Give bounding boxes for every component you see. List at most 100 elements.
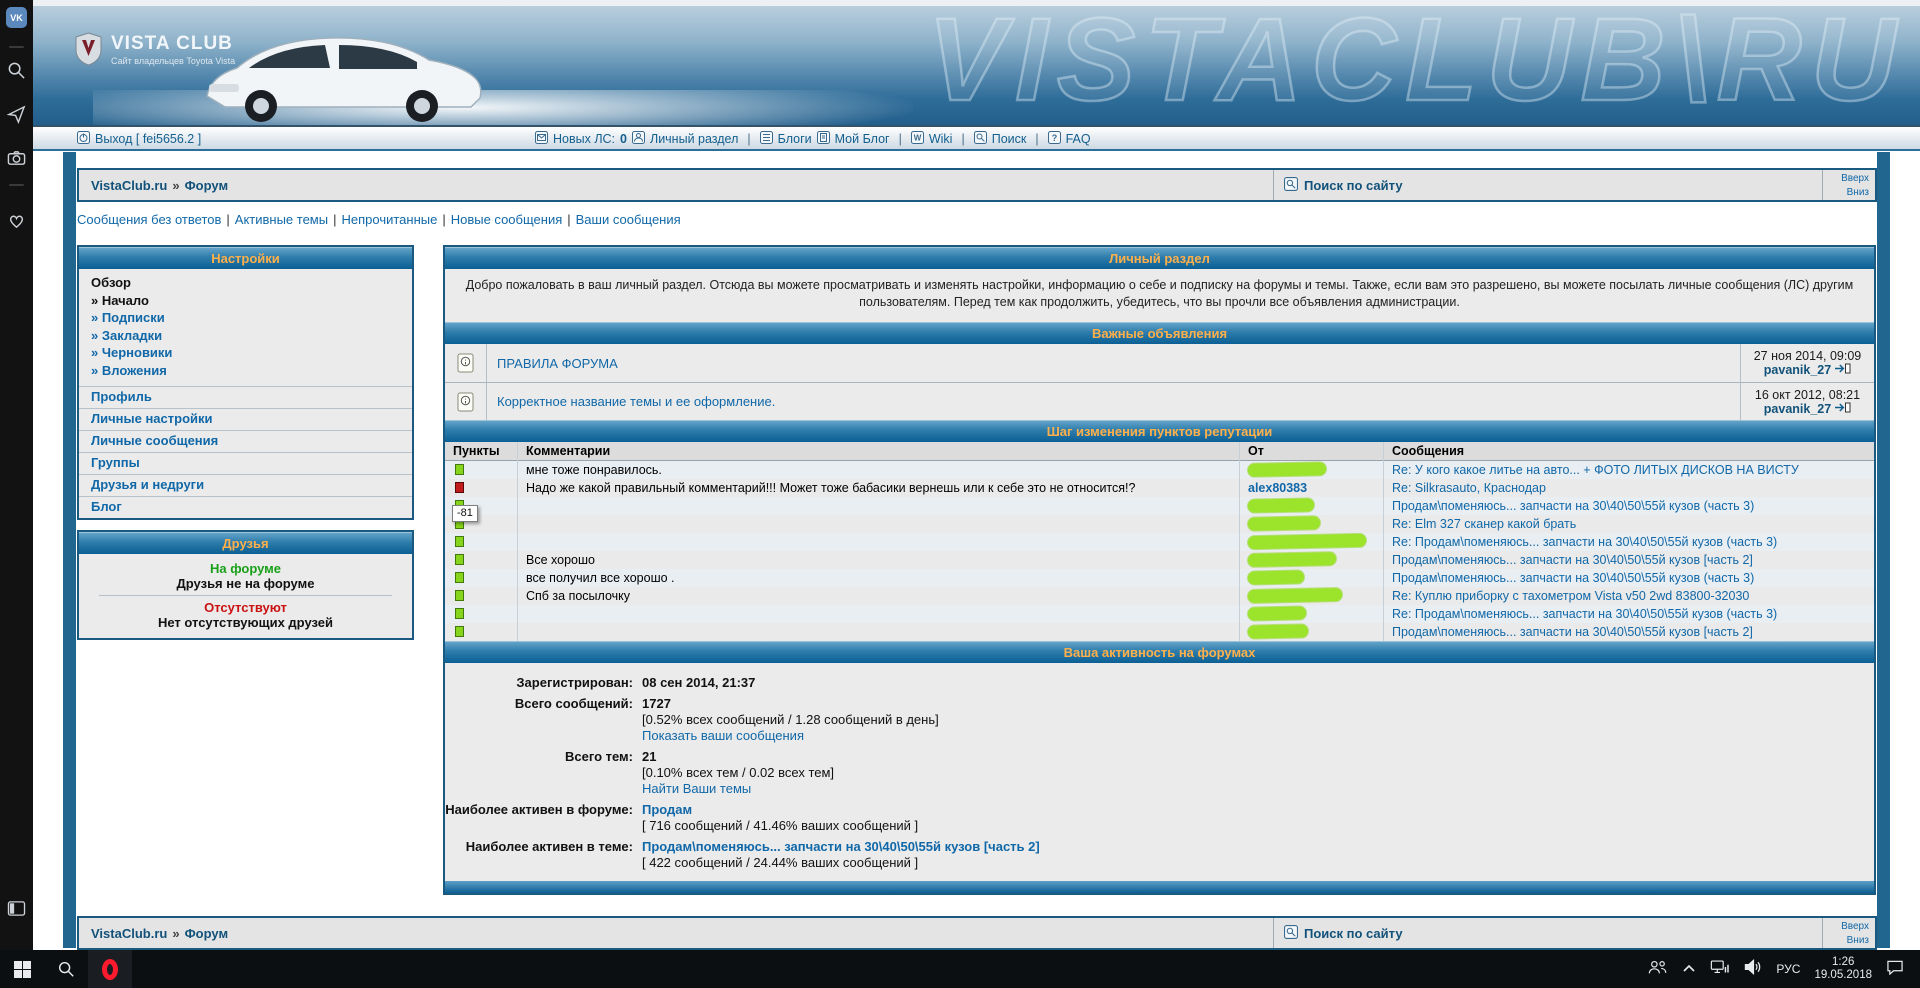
settings-section-link[interactable]: Личные сообщения [79, 430, 412, 452]
reputation-message-cell: Продам\поменяюсь... запчасти на 30\40\50… [1383, 551, 1874, 569]
taskbar-tray: РУС 1:26 19.05.2018 [1648, 950, 1920, 988]
settings-item[interactable]: » Вложения [79, 362, 412, 380]
search-icon[interactable] [6, 60, 27, 81]
volume-icon[interactable] [1744, 959, 1762, 980]
reputation-message-link[interactable]: Re: У кого какое литье на авто... + ФОТО… [1392, 463, 1799, 477]
settings-item[interactable]: » Черновики [79, 344, 412, 362]
settings-item[interactable]: » Подписки [79, 309, 412, 327]
friends-on-forum-label: На форуме [87, 561, 404, 576]
taskbar-clock[interactable]: 1:26 19.05.2018 [1814, 956, 1872, 982]
reputation-message-link[interactable]: Продам\поменяюсь... запчасти на 30\40\50… [1392, 499, 1754, 513]
reputation-point-cell [445, 569, 517, 587]
activity-value-link[interactable]: Продам [642, 802, 692, 818]
logout-link[interactable]: Выход [ fei5656.2 ] [77, 131, 201, 147]
reputation-message-link[interactable]: Re: Продам\поменяюсь... запчасти на 30\4… [1392, 535, 1777, 549]
vk-logo-icon[interactable]: VK [6, 7, 27, 28]
quick-link[interactable]: Новые сообщения [451, 212, 563, 227]
reputation-message-link[interactable]: Продам\поменяюсь... запчасти на 30\40\50… [1392, 625, 1753, 639]
footer-site-search-link[interactable]: Поиск по сайту [1273, 918, 1822, 948]
reputation-message-link[interactable]: Re: Продам\поменяюсь... запчасти на 30\4… [1392, 607, 1777, 621]
tray-expand-chevron-icon[interactable] [1682, 960, 1696, 978]
activity-link[interactable]: Найти Ваши темы [642, 781, 751, 797]
site-search-link[interactable]: Поиск по сайту [1273, 170, 1822, 200]
plus-point-icon[interactable] [455, 554, 464, 565]
plus-point-icon[interactable] [455, 626, 464, 637]
breadcrumb-forum-link[interactable]: Форум [185, 178, 228, 193]
start-button[interactable] [0, 950, 44, 988]
reputation-message-link[interactable]: Re: Куплю приборку с тахометром Vista v5… [1392, 589, 1749, 603]
announcement-author-link[interactable]: pavanik_27 [1764, 402, 1851, 416]
reputation-point-cell [445, 479, 517, 497]
quick-link[interactable]: Сообщения без ответов [77, 212, 221, 227]
topnav-link[interactable]: Поиск [992, 132, 1027, 146]
activity-subrow: [ 422 сообщений / 24.44% ваших сообщений… [445, 855, 1874, 871]
action-center-icon[interactable] [1886, 959, 1904, 980]
camera-icon[interactable] [6, 148, 27, 169]
minus-point-icon[interactable] [455, 482, 464, 493]
plus-point-icon[interactable] [455, 536, 464, 547]
send-icon[interactable] [6, 104, 27, 125]
reputation-from-user-link[interactable]: alex80383 [1248, 481, 1307, 495]
reputation-message-link[interactable]: Продам\поменяюсь... запчасти на 30\40\50… [1392, 571, 1754, 585]
opera-taskbar-icon[interactable] [88, 950, 132, 988]
activity-label: Всего тем: [445, 749, 642, 765]
heart-icon[interactable] [6, 210, 27, 231]
settings-section-link[interactable]: Личные настройки [79, 408, 412, 430]
announcement-link[interactable]: Корректное название темы и ее оформление… [497, 394, 775, 409]
settings-panel-title: Настройки [79, 247, 412, 269]
announcement-link[interactable]: ПРАВИЛА ФОРУМА [497, 356, 618, 371]
plus-point-icon[interactable] [455, 590, 464, 601]
activity-label-spacer [445, 712, 642, 728]
people-icon[interactable] [1648, 959, 1668, 980]
keyboard-language-indicator[interactable]: РУС [1776, 962, 1800, 976]
settings-section-link[interactable]: Друзья и недруги [79, 474, 412, 496]
topnav-link[interactable]: Блоги [778, 132, 812, 146]
plus-point-icon[interactable] [455, 608, 464, 619]
topnav-link[interactable]: Новых ЛС: [553, 132, 615, 146]
taskbar-search-button[interactable] [44, 950, 88, 988]
quick-link[interactable]: Активные темы [235, 212, 328, 227]
footer-scroll-up-link[interactable]: Вверх [1823, 920, 1869, 934]
topnav-link[interactable]: Мой Блог [835, 132, 890, 146]
activity-label: Всего сообщений: [445, 696, 642, 712]
reputation-from-cell [1239, 497, 1383, 515]
scroll-down-link[interactable]: Вниз [1823, 186, 1869, 200]
separator: | [333, 212, 336, 227]
quick-link[interactable]: Непрочитанные [341, 212, 437, 227]
banner-subtitle: Сайт владельцев Toyota Vista [111, 56, 235, 66]
activity-link[interactable]: Показать ваши сообщения [642, 728, 804, 744]
reputation-column-header: Сообщения [1383, 442, 1874, 461]
collapse-sidebar-icon[interactable] [6, 898, 27, 919]
network-icon[interactable] [1710, 959, 1730, 980]
settings-item[interactable]: » Закладки [79, 327, 412, 345]
settings-section-link[interactable]: Группы [79, 452, 412, 474]
quick-link[interactable]: Ваши сообщения [576, 212, 681, 227]
list-icon [760, 131, 773, 147]
topnav-link[interactable]: FAQ [1066, 132, 1091, 146]
quick-links-row: Сообщения без ответов|Активные темы|Непр… [77, 212, 681, 227]
plus-point-icon[interactable] [455, 572, 464, 583]
activity-sub-value: [0.10% всех тем / 0.02 всех тем] [642, 765, 834, 781]
site-banner: VISTACLUB\RU VISTA CLUB Сайт владельцев … [33, 6, 1920, 127]
divider [99, 595, 392, 596]
footer-breadcrumb: VistaClub.ru » Форум [79, 918, 1273, 948]
topnav-link[interactable]: Личный раздел [650, 132, 738, 146]
announcement-row: Корректное название темы и ее оформление… [445, 382, 1874, 420]
announcement-author-link[interactable]: pavanik_27 [1764, 363, 1851, 377]
footer-site-link[interactable]: VistaClub.ru [91, 926, 167, 941]
reputation-message-link[interactable]: Re: Elm 327 сканер какой брать [1392, 517, 1576, 531]
logout-label[interactable]: Выход [ fei5656.2 ] [95, 132, 201, 146]
activity-value-link[interactable]: Продам\поменяюсь... запчасти на 30\40\50… [642, 839, 1040, 855]
footer-scroll-down-link[interactable]: Вниз [1823, 934, 1869, 948]
activity-linkrow: Показать ваши сообщения [445, 728, 1874, 744]
reputation-message-link[interactable]: Re: Silkrasauto, Краснодар [1392, 481, 1546, 495]
topnav-link[interactable]: Wiki [929, 132, 953, 146]
vistaclub-logo[interactable]: VISTA CLUB Сайт владельцев Toyota Vista [75, 32, 235, 66]
footer-forum-link[interactable]: Форум [185, 926, 228, 941]
plus-point-icon[interactable] [455, 464, 464, 475]
breadcrumb-site-link[interactable]: VistaClub.ru [91, 178, 167, 193]
scroll-up-link[interactable]: Вверх [1823, 172, 1869, 186]
settings-section-link[interactable]: Профиль [79, 386, 412, 408]
reputation-message-link[interactable]: Продам\поменяюсь... запчасти на 30\40\50… [1392, 553, 1753, 567]
settings-section-link[interactable]: Блог [79, 496, 412, 518]
